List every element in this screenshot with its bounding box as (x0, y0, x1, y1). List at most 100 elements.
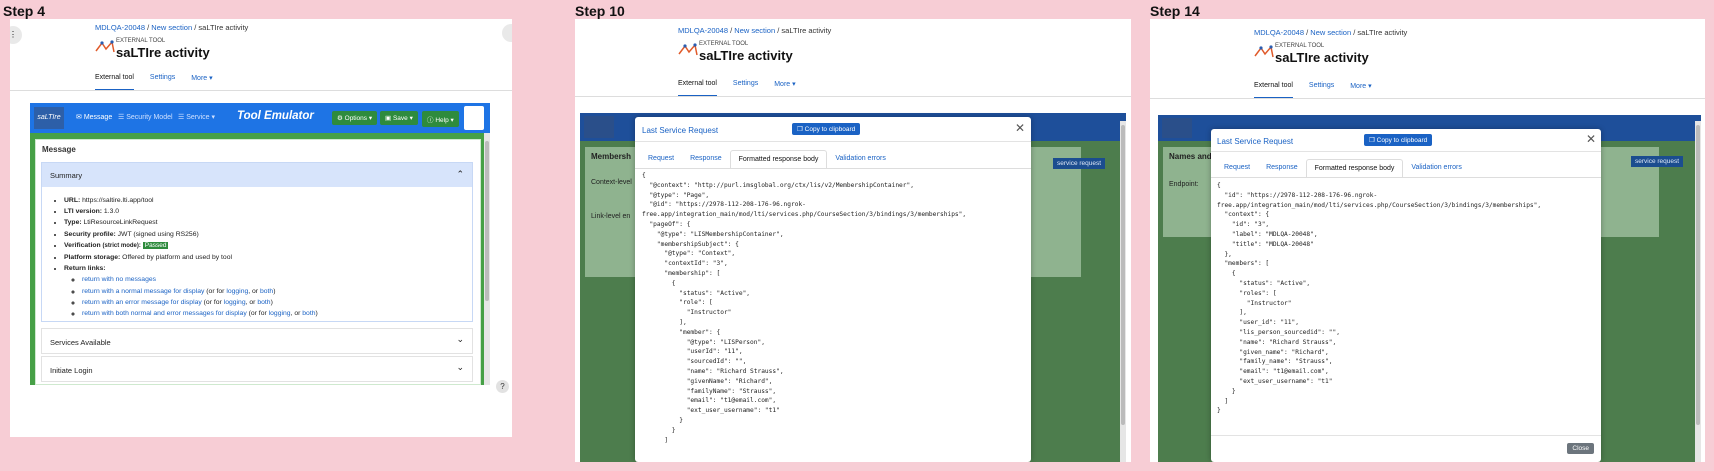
saltire-logo-icon (584, 116, 614, 138)
last-service-request-modal: Last Service Request ❐ Copy to clipboard… (635, 117, 1031, 462)
chevron-down-icon: ⌄ (456, 334, 464, 344)
modal-title: Last Service Request (642, 126, 719, 135)
tab-response[interactable]: Response (682, 150, 730, 169)
options-label: Options (344, 115, 368, 122)
return-normal-logging-link[interactable]: logging (226, 288, 248, 295)
copy-to-clipboard-button[interactable]: ❐ Copy to clipboard (792, 123, 861, 135)
close-icon[interactable]: ✕ (1015, 121, 1025, 135)
activity-tabs: External tool Settings More ▾ (1254, 82, 1372, 99)
external-tool-label: EXTERNAL TOOL (699, 41, 749, 47)
tab-validation-errors[interactable]: Validation errors (1403, 159, 1469, 178)
lti-logo-icon (1254, 45, 1274, 58)
list-item: Security profile: JWT (signed using RS25… (64, 229, 464, 240)
service-request-button[interactable]: service request (1631, 156, 1684, 167)
nav-security-model[interactable]: ☰ Security Model (118, 113, 173, 121)
initiate-login-accordion[interactable]: Initiate Login ⌄ (41, 356, 473, 382)
message-card-title: Message (42, 145, 76, 154)
emulator-title: Tool Emulator (237, 110, 314, 122)
emulator-scrollbar[interactable] (484, 133, 490, 385)
link-level-label: Link-level en (591, 213, 631, 220)
breadcrumb-course[interactable]: MDLQA-20048 (95, 23, 145, 32)
tab-request[interactable]: Request (640, 150, 682, 169)
copy-label: Copy to clipboard (1376, 137, 1428, 144)
tab-settings[interactable]: Settings (733, 80, 758, 97)
tab-external-tool[interactable]: External tool (95, 74, 134, 91)
tab-more[interactable]: More ▾ (774, 80, 795, 97)
list-item: Return links: return with no messages re… (64, 263, 464, 319)
list-item: LTI version: 1.3.0 (64, 206, 464, 217)
step-4-panel: ⋮ MDLQA-20048 / New section / saLTIre ac… (10, 19, 512, 437)
formatted-response-body: { "id": "https://2978-112-208-176-96.ngr… (1217, 182, 1542, 415)
step-10-label: Step 10 (575, 3, 625, 19)
emulator-scrollbar[interactable] (1695, 121, 1701, 462)
return-normal-both-link[interactable]: both (260, 288, 273, 295)
copy-label: Copy to clipboard (804, 126, 856, 133)
breadcrumb-course[interactable]: MDLQA-20048 (678, 26, 728, 35)
saltire-logo-icon (1162, 118, 1192, 138)
formatted-response-body: { "@context": "http://purl.imsglobal.org… (642, 172, 967, 444)
nav-message[interactable]: ✉ Message (76, 113, 112, 121)
external-tool-label: EXTERNAL TOOL (116, 38, 166, 44)
lti-logo-icon (678, 43, 698, 56)
tab-formatted-response-body[interactable]: Formatted response body (729, 150, 828, 169)
step-10-panel: MDLQA-20048 / New section / saLTIre acti… (575, 19, 1131, 462)
close-icon[interactable]: ✕ (1586, 132, 1596, 146)
tab-settings[interactable]: Settings (150, 74, 175, 91)
breadcrumb-section[interactable]: New section (734, 26, 775, 35)
tab-more[interactable]: More ▾ (1350, 82, 1371, 99)
return-both-both-link[interactable]: both (302, 310, 315, 317)
return-both-link[interactable]: return with both normal and error messag… (82, 310, 247, 317)
page-title: saLTIre activity (116, 45, 210, 60)
return-error-both-link[interactable]: both (257, 299, 270, 306)
tab-settings[interactable]: Settings (1309, 82, 1334, 99)
help-icon[interactable]: ? (496, 380, 509, 393)
return-error-link[interactable]: return with an error message for display (82, 299, 202, 306)
initiate-login-label: Initiate Login (50, 366, 93, 375)
context-level-label: Context-level (591, 179, 632, 186)
modal-tabs: Request Response Formatted response body… (1216, 159, 1470, 178)
message-card: Message Summary ⌃ URL: https://saltire.l… (35, 139, 481, 385)
breadcrumb-section[interactable]: New section (1310, 28, 1351, 37)
tab-response[interactable]: Response (1258, 159, 1306, 178)
tool-emulator-frame: saLTIre ✉ Message ☰ Security Model ☰ Ser… (30, 103, 490, 385)
drawer-toggle[interactable]: ⋮ (10, 26, 22, 44)
modal-title: Last Service Request (1217, 137, 1294, 146)
save-button[interactable]: ▣ Save ▾ (380, 111, 418, 125)
return-both-logging-link[interactable]: logging (269, 310, 291, 317)
last-service-request-modal: Last Service Request ❐ Copy to clipboard… (1211, 129, 1601, 462)
tab-formatted-response-body[interactable]: Formatted response body (1305, 159, 1404, 178)
help-button[interactable]: ⓘ Help ▾ (422, 111, 459, 127)
tab-external-tool[interactable]: External tool (678, 80, 717, 97)
copy-to-clipboard-button[interactable]: ❐ Copy to clipboard (1364, 134, 1433, 146)
nav-message-label: Message (83, 114, 113, 121)
service-request-button[interactable]: service request (1053, 158, 1106, 169)
return-error-logging-link[interactable]: logging (224, 299, 246, 306)
modal-tabs: Request Response Formatted response body… (640, 150, 894, 169)
page-title: saLTIre activity (1275, 50, 1369, 65)
chevron-up-icon: ⌃ (456, 169, 464, 179)
return-no-messages-link[interactable]: return with no messages (82, 276, 156, 283)
options-button[interactable]: ⚙ Options ▾ (332, 111, 378, 125)
services-available-label: Services Available (50, 338, 111, 347)
step-14-panel: MDLQA-20048 / New section / saLTIre acti… (1150, 19, 1705, 462)
summary-list: URL: https://saltire.lti.app/tool LTI ve… (64, 195, 464, 319)
chevron-down-icon: ⌄ (456, 362, 464, 372)
breadcrumb-activity: saLTIre activity (781, 26, 832, 35)
step-14-label: Step 14 (1150, 3, 1200, 19)
tab-external-tool[interactable]: External tool (1254, 82, 1293, 99)
nav-service[interactable]: ☰ Service ▾ (178, 113, 215, 121)
tab-validation-errors[interactable]: Validation errors (827, 150, 893, 169)
right-drawer-toggle[interactable] (502, 24, 512, 42)
services-available-accordion[interactable]: Services Available ⌄ (41, 328, 473, 354)
tab-request[interactable]: Request (1216, 159, 1258, 178)
membership-title: Membersh (591, 152, 632, 161)
close-button[interactable]: Close (1567, 443, 1594, 454)
return-normal-link[interactable]: return with a normal message for display (82, 288, 204, 295)
tab-more[interactable]: More ▾ (191, 74, 212, 91)
external-tool-label: EXTERNAL TOOL (1275, 43, 1325, 49)
breadcrumb-course[interactable]: MDLQA-20048 (1254, 28, 1304, 37)
list-item: URL: https://saltire.lti.app/tool (64, 195, 464, 206)
breadcrumb-section[interactable]: New section (151, 23, 192, 32)
emulator-scrollbar[interactable] (1120, 121, 1126, 462)
summary-accordion[interactable]: Summary ⌃ URL: https://saltire.lti.app/t… (41, 162, 473, 322)
